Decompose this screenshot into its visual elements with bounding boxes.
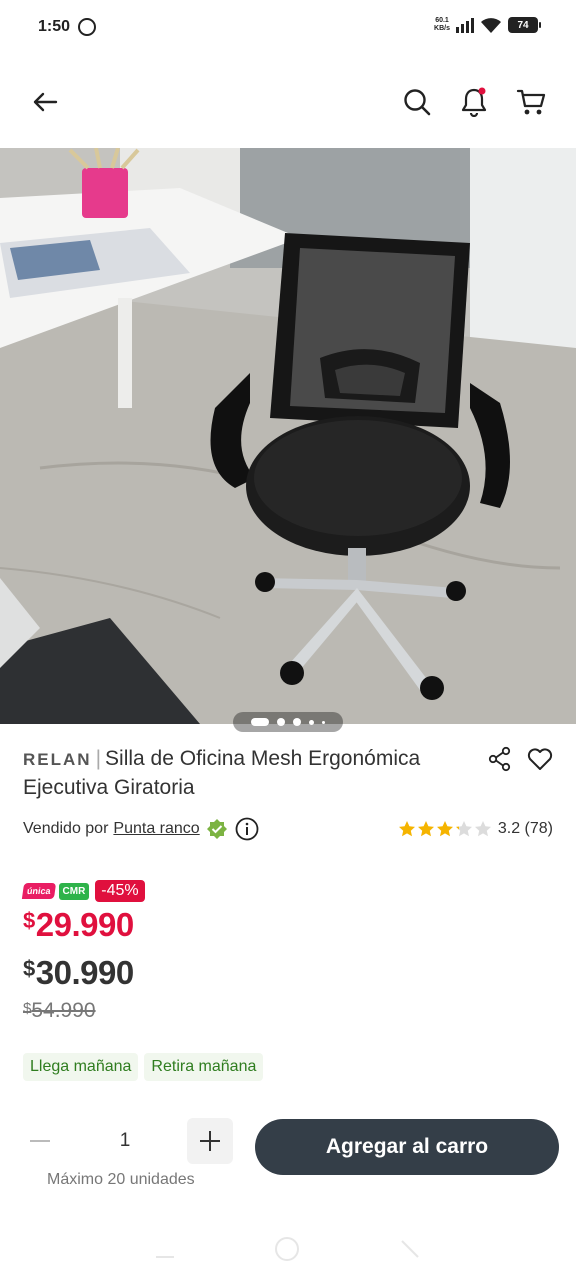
carousel-dot-2[interactable] [277,718,285,726]
carousel-dots[interactable] [233,712,343,732]
back-arrow-icon [33,92,58,112]
seller-prefix: Vendido por [23,820,109,837]
notification-bell-icon [461,87,487,117]
old-price-value: 54.990 [31,999,96,1022]
recent-apps-icon[interactable] [152,1235,178,1261]
product-title-block: RELAN | Silla de Oficina Mesh Ergonómica E… [23,745,473,802]
discount-badge: -45% [95,880,145,902]
home-icon[interactable] [273,1235,301,1263]
price-badges: única CMR -45% [21,878,145,904]
cmr-badge: CMR [58,882,90,900]
star-icon [436,821,453,837]
status-time: 1:50 [38,18,71,35]
battery-icon: 74 [508,17,541,33]
favorite-button[interactable] [526,745,554,773]
signal-icon [456,17,474,33]
info-icon[interactable] [235,817,259,841]
carousel-dot-5[interactable] [322,720,325,724]
back-button[interactable] [27,84,63,120]
regular-price-value: 30.990 [35,954,134,991]
star-icon [417,821,434,837]
minus-icon [30,1140,50,1142]
rating-row[interactable]: 3.2 (78) [398,817,553,841]
product-brand[interactable]: RELAN [23,750,92,769]
network-speed: 60.1 KB/s [434,17,450,33]
top-navigation [0,78,576,128]
carousel-dot-4[interactable] [309,719,314,725]
decrease-quantity-button[interactable] [17,1118,63,1164]
network-speed-unit: KB/s [434,25,450,32]
verified-seller-icon [206,819,227,839]
add-to-cart-button[interactable]: Agregar al carro [255,1119,559,1175]
cmr-price-value: 29.990 [35,906,134,943]
cmr-price: $29.990 [23,906,134,944]
increase-quantity-button[interactable] [187,1118,233,1164]
cart-icon [516,89,546,115]
whatsapp-icon [78,18,96,36]
share-button[interactable] [486,745,514,773]
star-icon [455,821,472,837]
star-icon [474,821,491,837]
rating-stars [398,820,492,838]
rating-value: 3.2 [497,820,521,837]
cmr-price-currency: $ [23,908,35,933]
heart-icon [527,748,553,770]
unica-badge: única [21,883,56,899]
battery-level: 74 [517,19,529,31]
max-units-note: Máximo 20 unidades [47,1171,195,1188]
notifications-button[interactable] [456,84,492,120]
search-icon [404,89,431,116]
share-icon [488,746,511,772]
carousel-dot-1[interactable] [251,718,269,726]
notification-dot [478,87,486,95]
delivery-tag: Llega mañana [23,1053,139,1081]
old-price: $54.990 [23,999,96,1023]
rating-count: (78) [524,820,553,837]
quantity-stepper: 1 [17,1118,233,1164]
wifi-icon [481,18,501,33]
regular-price-currency: $ [23,956,35,981]
status-bar: 1:50 60.1 KB/s 74 [0,0,576,56]
cart-button[interactable] [513,84,549,120]
quantity-value[interactable]: 1 [63,1118,187,1164]
system-back-icon[interactable] [398,1235,424,1261]
product-photo [0,148,576,724]
delivery-options: Llega mañana Retira mañana [23,1053,264,1081]
pickup-tag: Retira mañana [144,1053,264,1081]
regular-price: $30.990 [23,954,134,992]
search-button[interactable] [399,84,435,120]
status-indicators: 60.1 KB/s 74 [434,16,541,34]
carousel-dot-3[interactable] [293,718,301,726]
network-speed-value: 60.1 [435,17,449,24]
system-navigation-bar [0,1225,576,1280]
seller-link[interactable]: Punta ranco [113,820,199,838]
plus-icon [200,1131,220,1151]
star-icon [398,821,415,837]
seller-row: Vendido por Punta ranco [23,817,259,841]
brand-separator: | [95,747,102,770]
product-image-carousel[interactable] [0,148,576,724]
